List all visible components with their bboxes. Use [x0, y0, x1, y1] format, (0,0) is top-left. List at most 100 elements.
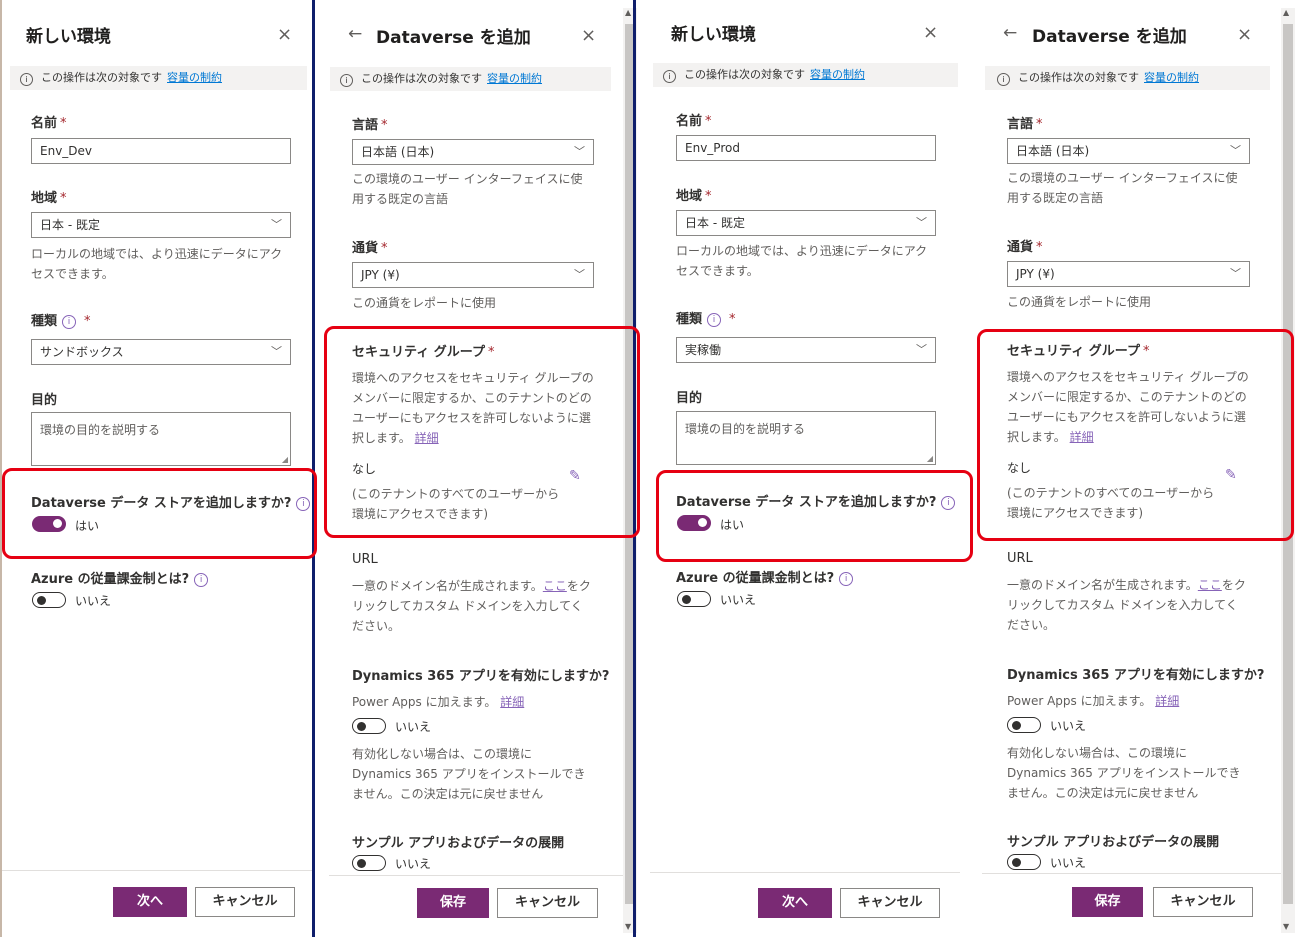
purpose-placeholder: 環境の目的を説明する: [685, 422, 806, 436]
region-value: 日本 - 既定: [40, 218, 100, 232]
toggle-knob: [357, 721, 366, 731]
language-dropdown[interactable]: 日本語 (日本) ﹀: [352, 139, 594, 165]
scroll-up-icon[interactable]: ▲: [1283, 8, 1289, 17]
currency-dropdown[interactable]: JPY (¥) ﹀: [1007, 261, 1250, 287]
cancel-button[interactable]: キャンセル: [1153, 887, 1253, 917]
azure-toggle[interactable]: [32, 592, 66, 608]
type-value: 実稼働: [685, 343, 722, 357]
scroll-down-icon[interactable]: ▼: [1283, 922, 1289, 931]
info-icon: i: [20, 73, 33, 86]
region-dropdown[interactable]: 日本 - 既定 ﹀: [31, 212, 291, 238]
resize-grip-icon[interactable]: ◢: [282, 455, 288, 464]
d365-toggle[interactable]: [352, 718, 386, 734]
info-icon: i: [62, 315, 77, 329]
cancel-button[interactable]: キャンセル: [195, 887, 295, 917]
next-button[interactable]: 次へ: [113, 887, 187, 917]
azure-toggle-label: いいえ: [75, 594, 112, 608]
panel-title: Dataverse を追加: [376, 28, 531, 48]
next-button[interactable]: 次へ: [758, 888, 832, 918]
name-field[interactable]: Env_Dev: [31, 138, 291, 164]
toggle-knob: [682, 594, 691, 604]
language-help: この環境のユーザー インターフェイスに使用する既定の言語: [352, 172, 583, 206]
info-bar: i この操作は次の対象です 容量の制約: [985, 66, 1270, 90]
type-label: 種類 i *: [31, 314, 91, 329]
chevron-down-icon: ﹀: [574, 268, 585, 281]
d365-details-link[interactable]: 詳細: [500, 695, 524, 709]
toggle-knob: [357, 858, 366, 868]
purpose-textarea[interactable]: 環境の目的を説明する ◢: [31, 412, 291, 466]
sample-apps-label: サンプル アプリおよびデータの展開: [352, 836, 565, 851]
cancel-button[interactable]: キャンセル: [840, 888, 940, 918]
info-text: この操作は次の対象です: [1018, 71, 1139, 84]
footer-divider: [329, 875, 623, 876]
toggle-knob: [1012, 857, 1021, 867]
panel-title: Dataverse を追加: [1032, 27, 1187, 47]
info-icon: i: [340, 74, 353, 87]
chevron-down-icon: ﹀: [1230, 144, 1241, 157]
info-icon: i: [707, 313, 722, 327]
footer-divider: [982, 873, 1281, 874]
type-dropdown[interactable]: サンドボックス ﹀: [31, 339, 291, 365]
currency-value: JPY (¥): [1016, 267, 1055, 281]
close-icon[interactable]: ×: [277, 24, 292, 45]
custom-domain-link[interactable]: ここ: [543, 579, 567, 593]
d365-question: Dynamics 365 アプリを有効にしますか?: [1007, 668, 1265, 683]
d365-toggle[interactable]: [1007, 717, 1041, 733]
toggle-knob: [37, 595, 46, 605]
type-dropdown[interactable]: 実稼働 ﹀: [676, 337, 936, 363]
save-button[interactable]: 保存: [1072, 887, 1143, 917]
currency-dropdown[interactable]: JPY (¥) ﹀: [352, 262, 594, 288]
resize-grip-icon[interactable]: ◢: [927, 454, 933, 463]
purpose-textarea[interactable]: 環境の目的を説明する ◢: [676, 411, 936, 465]
scroll-up-icon[interactable]: ▲: [625, 8, 631, 17]
language-dropdown[interactable]: 日本語 (日本) ﹀: [1007, 138, 1250, 164]
sample-apps-toggle-label: いいえ: [1050, 856, 1087, 870]
capacity-link[interactable]: 容量の制約: [167, 71, 222, 84]
cancel-button[interactable]: キャンセル: [497, 888, 598, 918]
back-arrow-icon[interactable]: ←: [348, 24, 362, 44]
capacity-link[interactable]: 容量の制約: [487, 72, 542, 85]
azure-toggle-label: いいえ: [720, 593, 757, 607]
close-icon[interactable]: ×: [581, 25, 596, 46]
close-icon[interactable]: ×: [1237, 24, 1252, 45]
close-icon[interactable]: ×: [923, 22, 938, 43]
currency-help: この通貨をレポートに使用: [1007, 295, 1152, 309]
sample-apps-toggle-label: いいえ: [395, 857, 432, 871]
info-icon: i: [997, 73, 1010, 86]
capacity-link[interactable]: 容量の制約: [810, 68, 865, 81]
info-text: この操作は次の対象です: [41, 71, 162, 84]
url-label: URL: [1007, 551, 1033, 566]
sample-apps-toggle[interactable]: [352, 855, 386, 871]
region-dropdown[interactable]: 日本 - 既定 ﹀: [676, 210, 936, 236]
back-arrow-icon[interactable]: ←: [1003, 23, 1017, 43]
language-label: 言語 *: [1007, 117, 1043, 132]
scroll-down-icon[interactable]: ▼: [625, 922, 631, 931]
footer-divider: [2, 870, 315, 871]
d365-toggle-label: いいえ: [1050, 719, 1087, 733]
currency-value: JPY (¥): [361, 268, 400, 282]
name-field[interactable]: Env_Prod: [676, 135, 936, 161]
save-button[interactable]: 保存: [417, 888, 489, 918]
chevron-down-icon: ﹀: [1230, 267, 1241, 280]
info-bar: i この操作は次の対象です 容量の制約: [10, 66, 307, 90]
custom-domain-link[interactable]: ここ: [1198, 578, 1222, 592]
region-label: 地域 *: [31, 191, 67, 206]
footer-divider: [650, 872, 960, 873]
d365-note: 有効化しない場合は、この環境に Dynamics 365 アプリをインストールで…: [1007, 746, 1241, 800]
info-icon: i: [194, 573, 209, 587]
region-help: ローカルの地域では、より迅速にデータにアクセスできます。: [31, 247, 283, 281]
azure-toggle[interactable]: [677, 591, 711, 607]
d365-details-link[interactable]: 詳細: [1155, 694, 1179, 708]
info-text: この操作は次の対象です: [684, 68, 805, 81]
capacity-link[interactable]: 容量の制約: [1144, 71, 1199, 84]
language-label: 言語 *: [352, 118, 388, 133]
sample-apps-toggle[interactable]: [1007, 854, 1041, 870]
purpose-label: 目的: [31, 393, 58, 408]
purpose-placeholder: 環境の目的を説明する: [40, 423, 161, 437]
language-help: この環境のユーザー インターフェイスに使用する既定の言語: [1007, 171, 1238, 205]
d365-question: Dynamics 365 アプリを有効にしますか?: [352, 669, 610, 684]
type-value: サンドボックス: [40, 345, 124, 359]
region-help: ローカルの地域では、より迅速にデータにアクセスできます。: [676, 244, 928, 278]
chevron-down-icon: ﹀: [271, 345, 282, 358]
url-label: URL: [352, 552, 378, 567]
